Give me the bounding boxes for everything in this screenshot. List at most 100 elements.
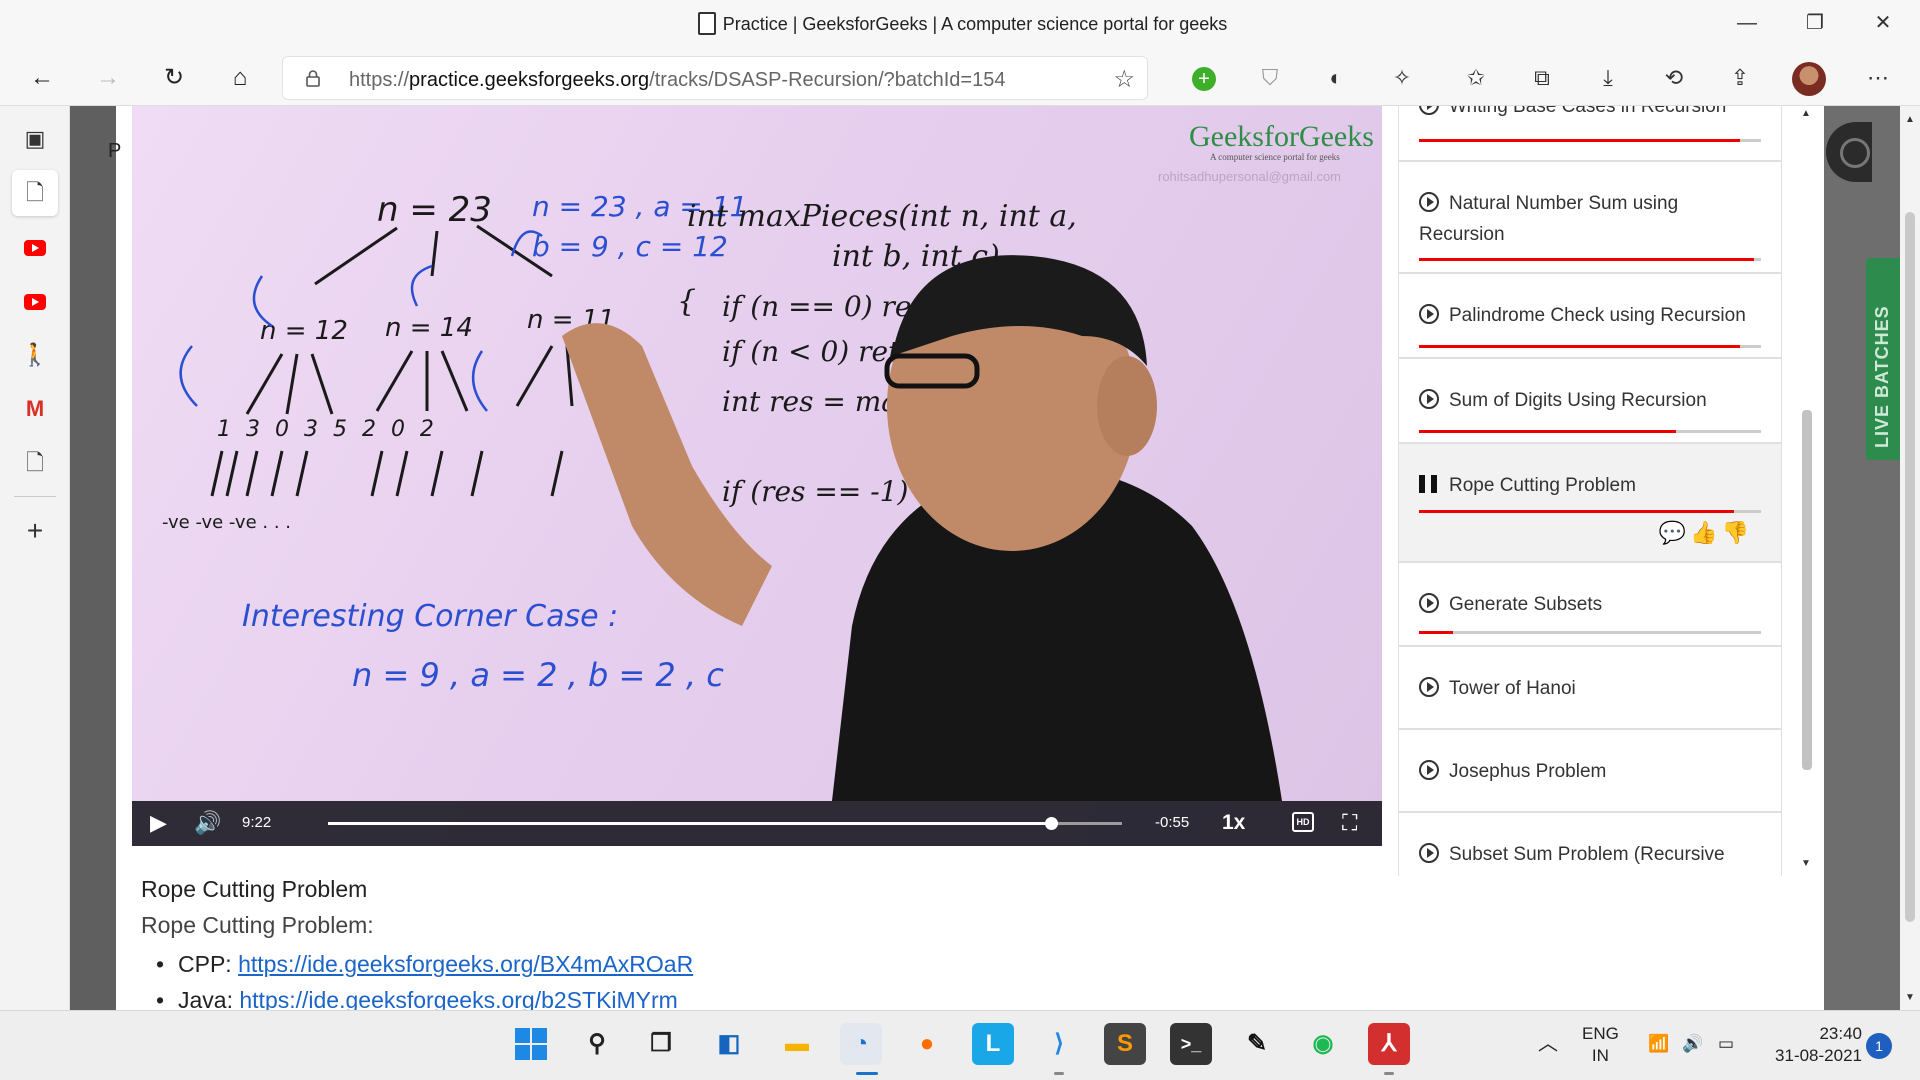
code-line-3: int res = max [722, 385, 914, 418]
play-circle-icon [1419, 677, 1439, 697]
address-bar[interactable]: https://practice.geeksforgeeks.org/track… [282, 56, 1148, 100]
watch-progress [1419, 258, 1761, 261]
lock-icon[interactable] [305, 69, 321, 87]
collections-icon[interactable]: ⧉ [1526, 62, 1558, 94]
back-arrow-icon[interactable]: ← [24, 60, 60, 96]
tab-practice-page-icon[interactable]: 🗋 [12, 170, 58, 216]
profile-avatar[interactable] [1792, 62, 1826, 96]
scroll-down-arrow-icon[interactable]: ▼ [1801, 858, 1811, 869]
play-circle-icon [1419, 192, 1439, 212]
more-menu-icon[interactable]: ⋯ [1862, 62, 1894, 94]
volume-icon[interactable]: 🔊 [194, 810, 221, 836]
playlist-item[interactable]: Natural Number Sum using Recursion [1398, 161, 1782, 273]
playlist-scroll-thumb[interactable] [1802, 410, 1812, 770]
thumbs-up-icon[interactable]: 👍 [1690, 520, 1721, 545]
java-code-link[interactable]: https://ide.geeksforgeeks.org/b2STKiMYrm [239, 987, 677, 1010]
share-icon[interactable]: ⇪ [1724, 62, 1756, 94]
page-scrollbar[interactable]: ▲ ▼ [1900, 106, 1920, 1010]
cpp-code-link[interactable]: https://ide.geeksforgeeks.org/BX4mAxROaR [238, 951, 693, 977]
tab-actions-icon[interactable]: ▣ [12, 116, 58, 162]
home-icon[interactable]: ⌂ [222, 60, 258, 96]
live-batches-tab[interactable]: LIVE BATCHES [1866, 258, 1900, 460]
tab-document-icon[interactable]: 🗋 [12, 440, 58, 486]
forward-arrow-icon[interactable]: → [90, 60, 126, 96]
tab-gmail-icon[interactable]: M [12, 386, 58, 432]
reload-icon[interactable]: ↻ [156, 60, 192, 96]
shield-extension-icon[interactable]: ⛉ [1254, 62, 1286, 94]
extension-plus-icon[interactable]: + [1188, 62, 1220, 94]
firefox-icon[interactable]: ● [906, 1023, 948, 1065]
playlist-item[interactable]: Writing Base Cases in Recursion [1398, 106, 1782, 161]
performance-icon[interactable]: ⟲ [1658, 62, 1690, 94]
windows-taskbar: ⚲ ❐ ◧ ▬ ◔ ● L ⟩ S >_ ✎ ◉ ⅄ ︿ ENG IN 📶 🔊 … [0, 1010, 1920, 1080]
remaining-time: -0:55 [1155, 814, 1190, 831]
page-scroll-up-icon[interactable]: ▲ [1905, 114, 1915, 125]
code-links-list: CPP: https://ide.geeksforgeeks.org/BX4mA… [156, 946, 693, 1010]
edge-browser-icon[interactable]: ◔ [840, 1023, 882, 1065]
playlist-item[interactable]: Palindrome Check using Recursion [1398, 273, 1782, 358]
brand-logo-text: GeeksforGeeks [1189, 120, 1374, 153]
spotify-icon[interactable]: ◉ [1302, 1023, 1344, 1065]
url-text[interactable]: https://practice.geeksforgeeks.org/track… [349, 69, 1005, 92]
play-icon[interactable]: ▶ [150, 810, 167, 836]
new-tab-plus-icon[interactable]: + [12, 508, 58, 554]
comment-icon[interactable]: 💬 [1659, 520, 1690, 545]
code-signature-1: int maxPieces(int n, int a, [687, 199, 1077, 234]
video-player[interactable]: GeeksforGeeks A computer science portal … [132, 106, 1382, 846]
tab-youtube-2-icon[interactable] [12, 278, 58, 324]
playlist-item-title: Rope Cutting Problem [1449, 475, 1636, 496]
speaker-icon[interactable]: 🔊 [1682, 1033, 1703, 1055]
current-time: 9:22 [242, 814, 272, 831]
l-app-icon[interactable]: L [972, 1023, 1014, 1065]
video-progress-handle[interactable] [1044, 817, 1058, 830]
playback-speed-button[interactable]: 1x [1222, 811, 1245, 835]
widgets-icon[interactable]: ◧ [708, 1023, 750, 1065]
playlist-item[interactable]: Sum of Digits Using Recursion [1398, 358, 1782, 443]
extensions-puzzle-icon[interactable]: ✧ [1386, 62, 1418, 94]
tree-root: n = 23 [377, 190, 492, 230]
minimize-icon[interactable]: — [1732, 10, 1762, 36]
code-line-4: if (res == -1) [722, 475, 908, 508]
wifi-icon[interactable]: 📶 [1648, 1033, 1669, 1055]
play-circle-icon [1419, 593, 1439, 613]
tab-stickman-icon[interactable]: 🚶 [12, 332, 58, 378]
play-circle-icon [1419, 843, 1439, 863]
playlist-item[interactable]: Subset Sum Problem (Recursive Solution) [1398, 812, 1782, 876]
start-windows-icon[interactable] [510, 1023, 552, 1065]
playlist-item[interactable]: Generate Subsets [1398, 562, 1782, 646]
sublime-text-icon[interactable]: S [1104, 1023, 1146, 1065]
search-icon[interactable]: ⚲ [576, 1023, 618, 1065]
file-explorer-icon[interactable]: ▬ [776, 1023, 818, 1065]
language-indicator[interactable]: ENG IN [1582, 1023, 1619, 1067]
page-scroll-thumb[interactable] [1905, 212, 1915, 922]
tab-youtube-1-icon[interactable] [12, 224, 58, 270]
restore-icon[interactable]: ❐ [1800, 10, 1830, 36]
playlist-item[interactable]: Tower of Hanoi [1398, 646, 1782, 729]
fullscreen-icon[interactable]: ⛶ [1342, 810, 1357, 836]
terminal-icon[interactable]: >_ [1170, 1023, 1212, 1065]
add-favorite-icon[interactable]: ☆ [1113, 65, 1135, 94]
playlist-scrollbar[interactable]: ▲ ▼ [1799, 106, 1815, 876]
page-scroll-down-icon[interactable]: ▼ [1905, 992, 1915, 1003]
thumbs-down-icon[interactable]: 👎 [1722, 520, 1753, 545]
vscode-icon[interactable]: ⟩ [1038, 1023, 1080, 1065]
playlist-item[interactable]: Josephus Problem [1398, 729, 1782, 812]
favorites-icon[interactable]: ✩ [1460, 62, 1492, 94]
video-progress-bar[interactable] [328, 817, 1122, 830]
notification-badge[interactable]: 1 [1866, 1033, 1892, 1059]
hd-quality-icon[interactable]: HD [1292, 812, 1314, 832]
reading-app-icon[interactable]: ✎ [1236, 1023, 1278, 1065]
task-view-icon[interactable]: ❐ [640, 1023, 682, 1065]
playlist-item-active[interactable]: Rope Cutting Problem 💬👍👎 [1398, 443, 1782, 562]
lesson-subtitle: Rope Cutting Problem: [141, 912, 374, 938]
acrobat-reader-icon[interactable]: ⅄ [1368, 1023, 1410, 1065]
tray-overflow-chevron-icon[interactable]: ︿ [1538, 1033, 1558, 1055]
downloads-icon[interactable]: ⤓ [1592, 62, 1624, 94]
playlist-item-title: Writing Base Cases in Recursion [1449, 106, 1727, 117]
clock[interactable]: 23:40 31-08-2021 [1766, 1023, 1862, 1067]
page-right-margin [1824, 106, 1900, 1010]
edge-extension-icon[interactable]: ◐ [1320, 62, 1352, 94]
battery-icon[interactable]: ▭ [1718, 1033, 1734, 1055]
scroll-up-arrow-icon[interactable]: ▲ [1801, 108, 1811, 119]
close-icon[interactable]: ✕ [1868, 10, 1898, 36]
